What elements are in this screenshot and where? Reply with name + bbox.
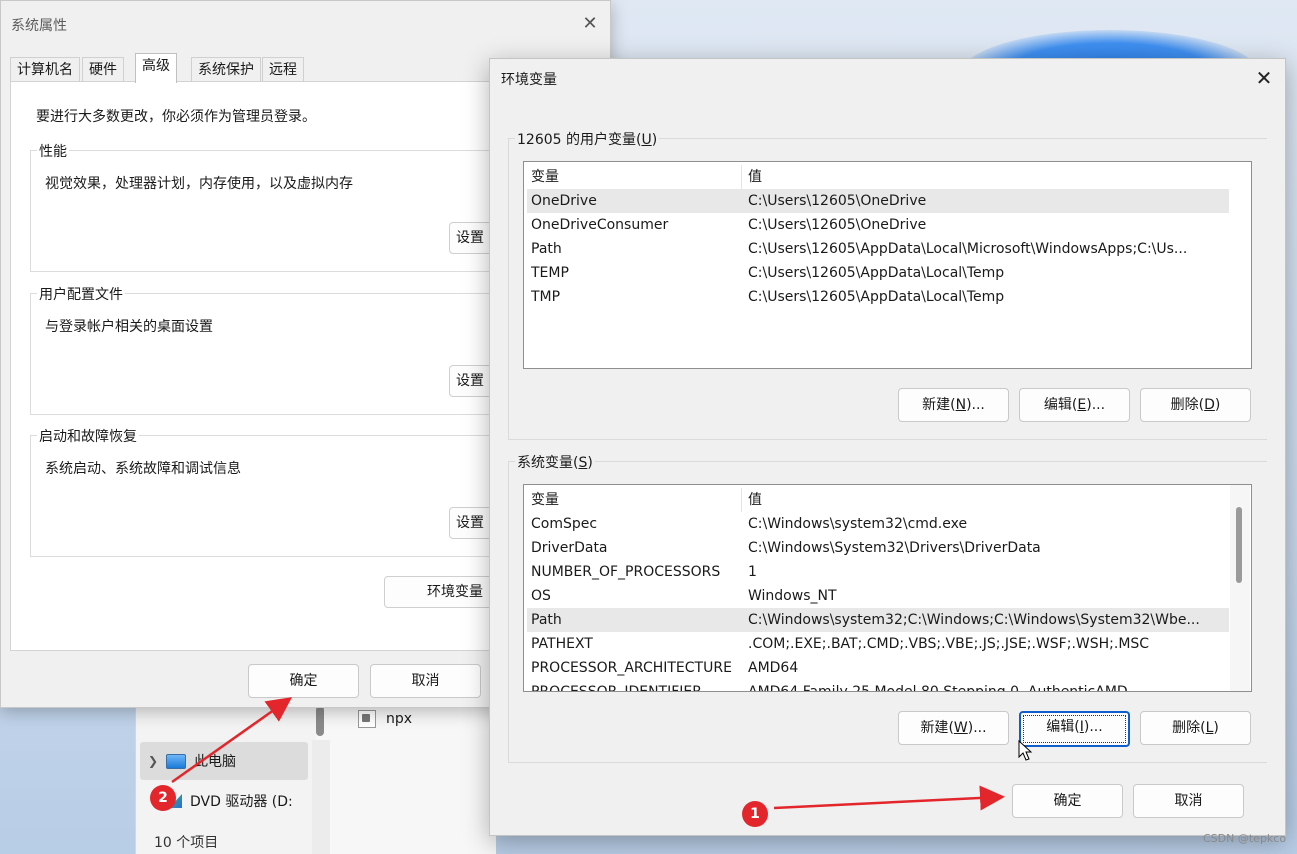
annotation-arrow-1	[773, 785, 1005, 811]
annotation-overlay	[171, 697, 1005, 811]
annotation-marker-2: 2	[150, 785, 176, 811]
annotation-arrow-2	[171, 697, 293, 784]
watermark: CSDN @tepkco	[1203, 832, 1287, 845]
mouse-cursor-icon	[1018, 740, 1033, 761]
tab-advanced[interactable]: 高级	[135, 53, 177, 83]
annotation-marker-1: 1	[742, 801, 768, 827]
